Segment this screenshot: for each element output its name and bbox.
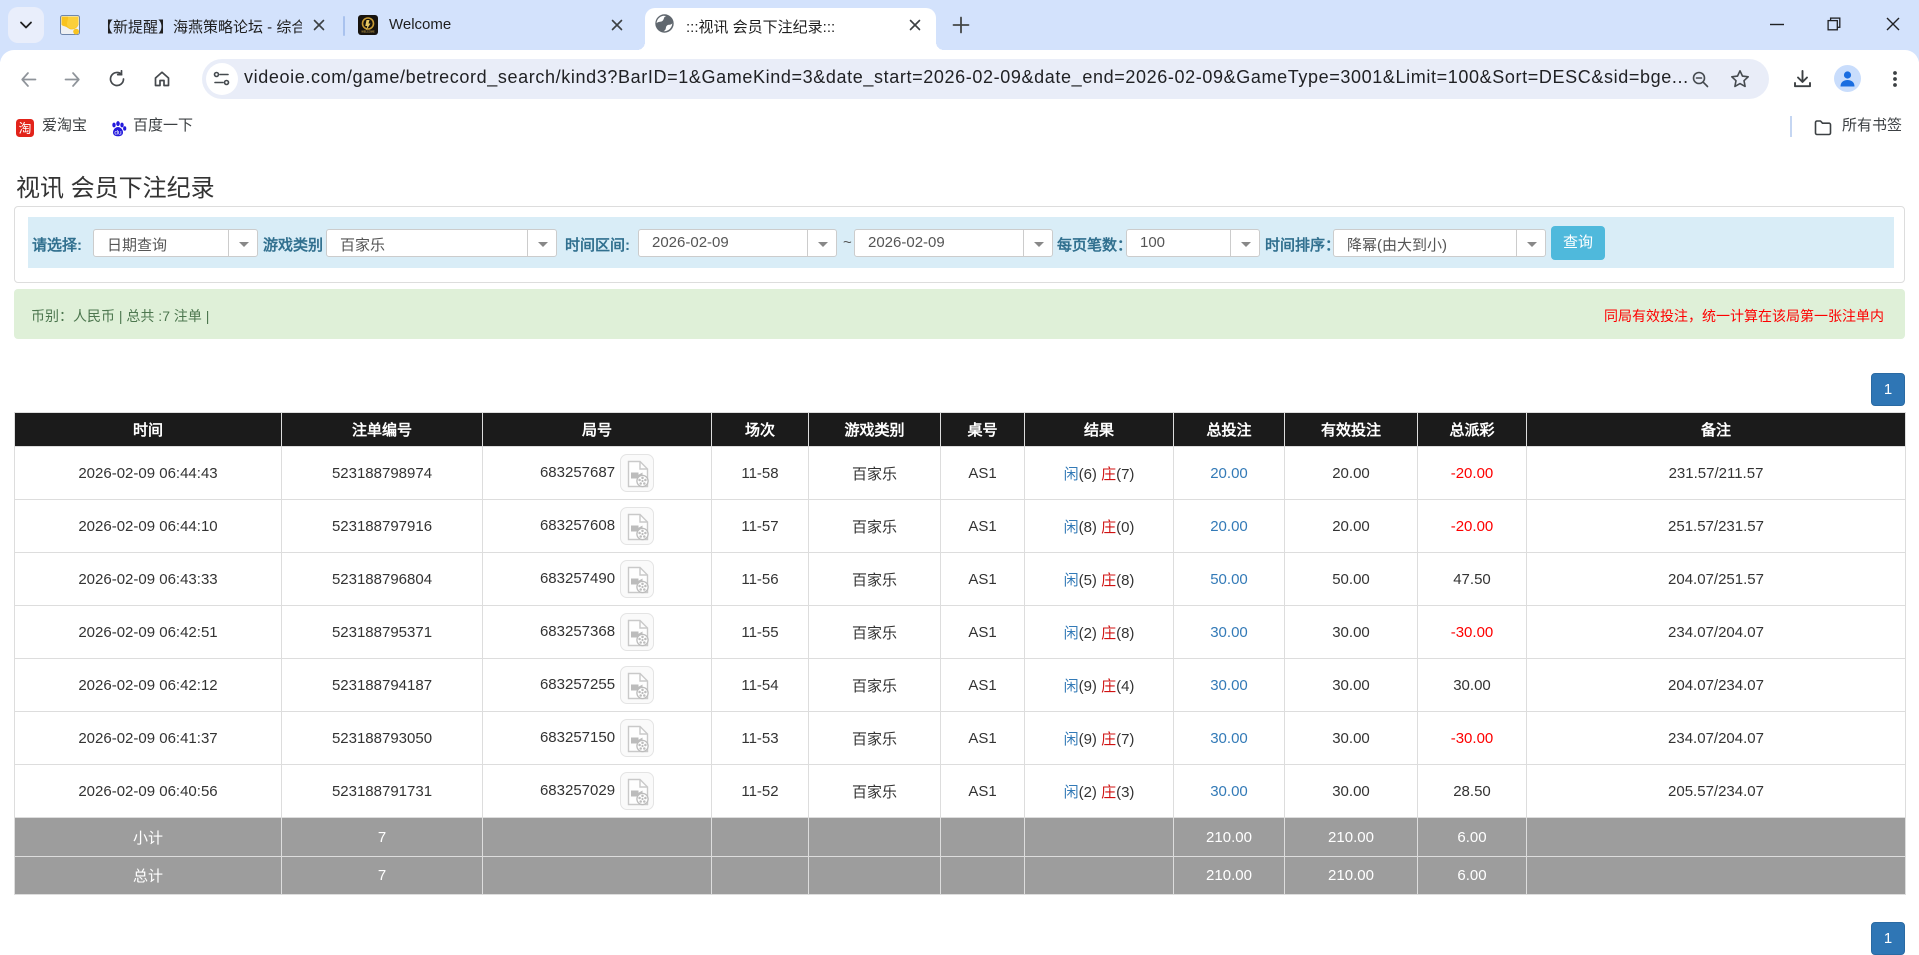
svg-text:淘: 淘 (18, 121, 31, 136)
svg-text:du: du (114, 130, 122, 137)
svg-text:WELCOME: WELCOME (361, 30, 375, 34)
